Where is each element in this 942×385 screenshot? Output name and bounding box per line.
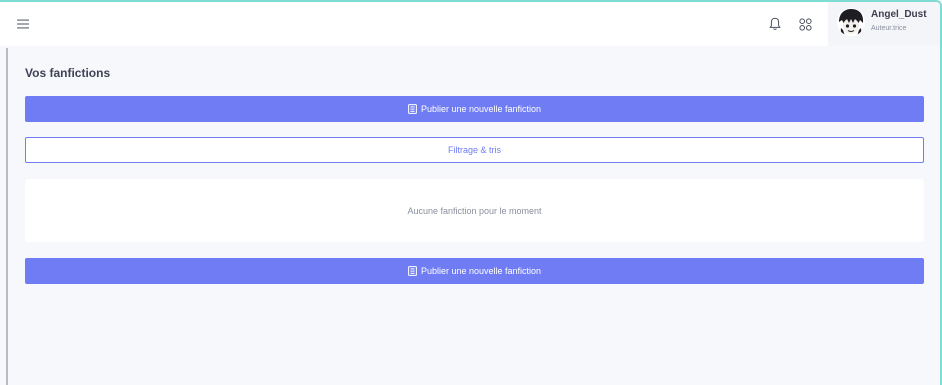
- filter-sort-label: Filtrage & tris: [447, 145, 501, 155]
- empty-state-card: Aucune fanfiction pour le moment: [25, 179, 924, 242]
- hamburger-menu-icon: [17, 19, 29, 29]
- avatar: [837, 8, 865, 36]
- top-navigation-bar: Angel_Dust Auteur.trice: [0, 2, 940, 46]
- apps-grid-icon: [798, 17, 812, 31]
- book-icon: [408, 266, 417, 276]
- publish-fanfiction-button-bottom[interactable]: Publier une nouvelle fanfiction: [25, 258, 924, 284]
- user-role: Auteur.trice: [871, 25, 907, 32]
- page-title: Vos fanfictions: [25, 66, 111, 80]
- empty-state-message: Aucune fanfiction pour le moment: [407, 205, 542, 216]
- app-window: Angel_Dust Auteur.trice Vos fanfictions …: [0, 0, 942, 385]
- book-icon: [408, 104, 417, 114]
- menu-button[interactable]: [10, 12, 36, 36]
- user-name: Angel_Dust: [871, 9, 927, 20]
- apps-button[interactable]: [795, 12, 815, 36]
- publish-fanfiction-label-bottom: Publier une nouvelle fanfiction: [420, 266, 542, 276]
- bell-icon: [769, 17, 781, 30]
- publish-fanfiction-button[interactable]: Publier une nouvelle fanfiction: [25, 96, 924, 122]
- user-menu[interactable]: Angel_Dust Auteur.trice: [828, 2, 940, 46]
- publish-fanfiction-label: Publier une nouvelle fanfiction: [420, 104, 542, 114]
- notifications-button[interactable]: [765, 12, 785, 36]
- left-scroll-rail: [6, 48, 8, 385]
- filter-sort-button[interactable]: Filtrage & tris: [25, 137, 924, 163]
